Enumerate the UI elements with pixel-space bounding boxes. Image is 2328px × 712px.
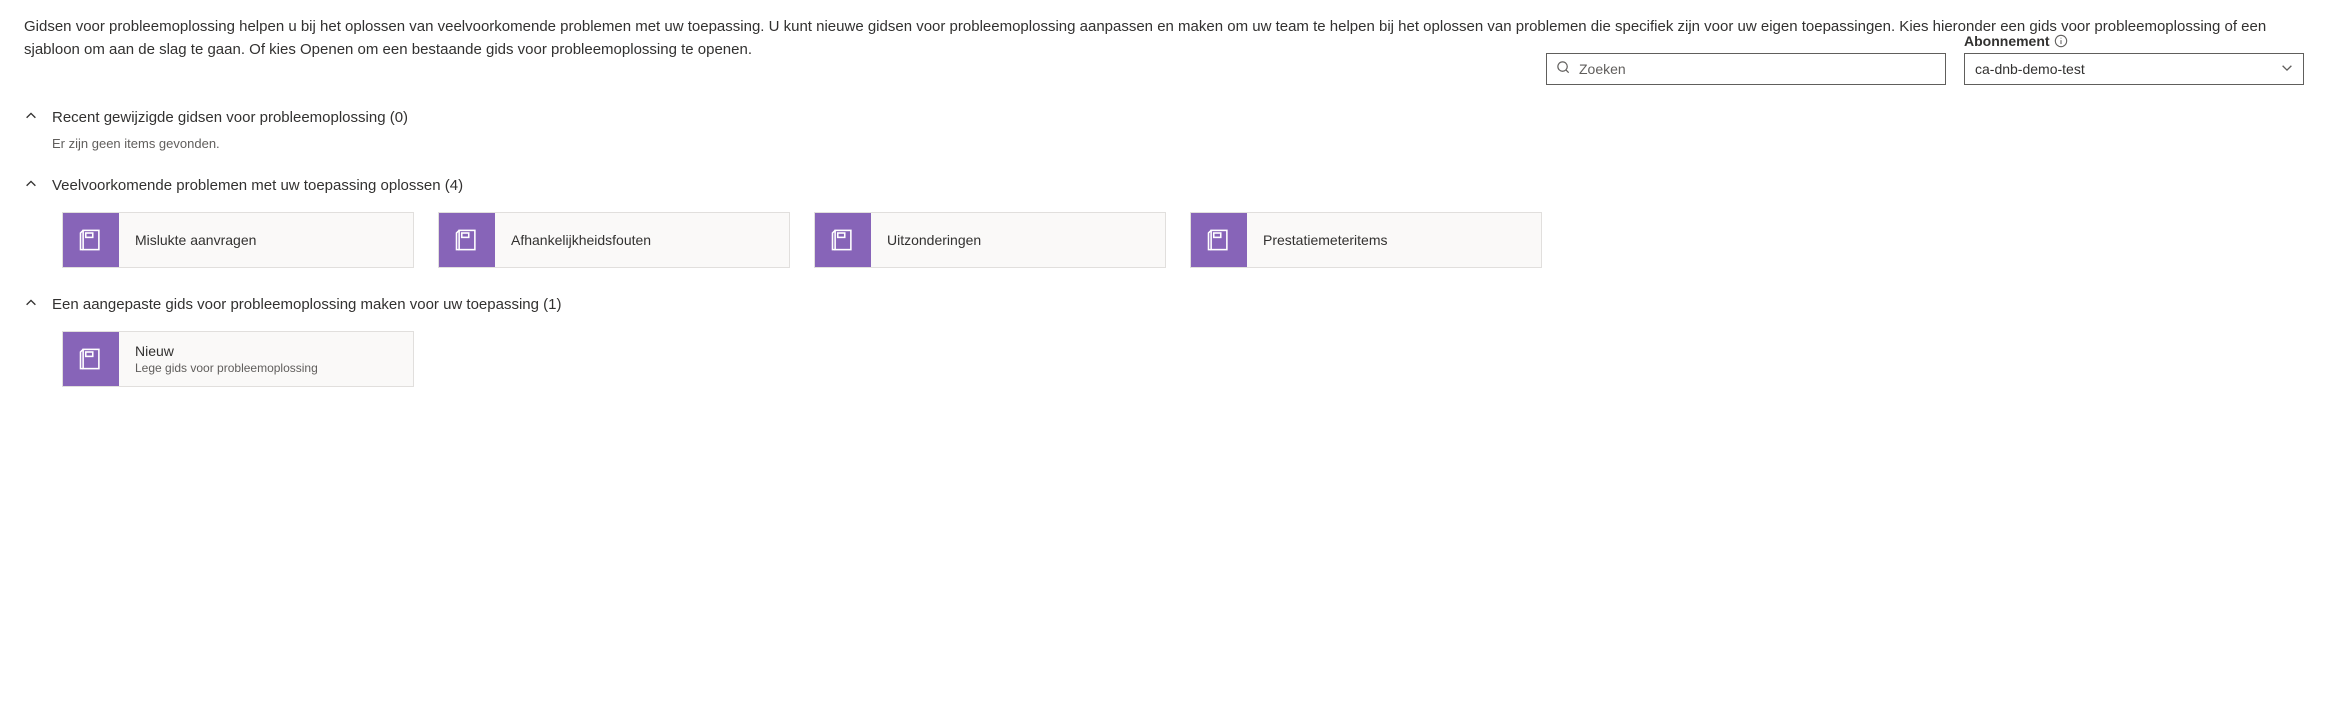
section-common-title: Veelvoorkomende problemen met uw toepass… <box>52 177 463 194</box>
tile-subtitle: Lege gids voor probleemoplossing <box>135 361 397 375</box>
tile-title: Prestatiemeteritems <box>1263 232 1525 248</box>
section-common-header[interactable]: Veelvoorkomende problemen met uw toepass… <box>24 171 2304 200</box>
tile-exceptions[interactable]: Uitzonderingen <box>814 212 1166 268</box>
tile-body: Mislukte aanvragen <box>119 213 413 267</box>
section-common-tiles: Mislukte aanvragen Afhankelijkheidsfoute… <box>24 200 2304 280</box>
troubleshoot-guide-icon <box>63 213 119 267</box>
section-recent-header[interactable]: Recent gewijzigde gidsen voor probleemop… <box>24 103 2304 132</box>
tile-title: Mislukte aanvragen <box>135 232 397 248</box>
troubleshoot-guide-icon <box>63 332 119 386</box>
tile-body: Uitzonderingen <box>871 213 1165 267</box>
tile-body: Afhankelijkheidsfouten <box>495 213 789 267</box>
chevron-up-icon <box>24 296 38 313</box>
tile-dependency-failures[interactable]: Afhankelijkheidsfouten <box>438 212 790 268</box>
tile-body: Nieuw Lege gids voor probleemoplossing <box>119 332 413 386</box>
troubleshoot-guide-icon <box>815 213 871 267</box>
chevron-up-icon <box>24 177 38 194</box>
info-icon <box>2054 34 2068 48</box>
search-wrapper <box>1546 53 1946 85</box>
tile-body: Prestatiemeteritems <box>1247 213 1541 267</box>
subscription-value: ca-dnb-demo-test <box>1975 61 2085 77</box>
section-recent-title: Recent gewijzigde gidsen voor probleemop… <box>52 109 408 126</box>
tile-title: Afhankelijkheidsfouten <box>511 232 773 248</box>
section-custom-header[interactable]: Een aangepaste gids voor probleemoplossi… <box>24 290 2304 319</box>
section-recent: Recent gewijzigde gidsen voor probleemop… <box>24 103 2304 161</box>
tile-failed-requests[interactable]: Mislukte aanvragen <box>62 212 414 268</box>
search-input[interactable] <box>1546 53 1946 85</box>
subscription-label: Abonnement <box>1964 33 2304 49</box>
section-recent-empty: Er zijn geen items gevonden. <box>24 132 2304 161</box>
tile-performance-counters[interactable]: Prestatiemeteritems <box>1190 212 1542 268</box>
section-custom: Een aangepaste gids voor probleemoplossi… <box>24 290 2304 399</box>
tile-title: Nieuw <box>135 343 397 359</box>
chevron-up-icon <box>24 109 38 126</box>
subscription-block: Abonnement ca-dnb-demo-test <box>1964 33 2304 85</box>
subscription-select[interactable]: ca-dnb-demo-test <box>1964 53 2304 85</box>
troubleshoot-guide-icon <box>439 213 495 267</box>
tile-title: Uitzonderingen <box>887 232 1149 248</box>
troubleshoot-guide-icon <box>1191 213 1247 267</box>
subscription-select-wrapper: ca-dnb-demo-test <box>1964 53 2304 85</box>
subscription-label-text: Abonnement <box>1964 33 2050 49</box>
section-common: Veelvoorkomende problemen met uw toepass… <box>24 171 2304 280</box>
section-custom-title: Een aangepaste gids voor probleemoplossi… <box>52 296 561 313</box>
tile-new[interactable]: Nieuw Lege gids voor probleemoplossing <box>62 331 414 387</box>
section-custom-tiles: Nieuw Lege gids voor probleemoplossing <box>24 319 2304 399</box>
